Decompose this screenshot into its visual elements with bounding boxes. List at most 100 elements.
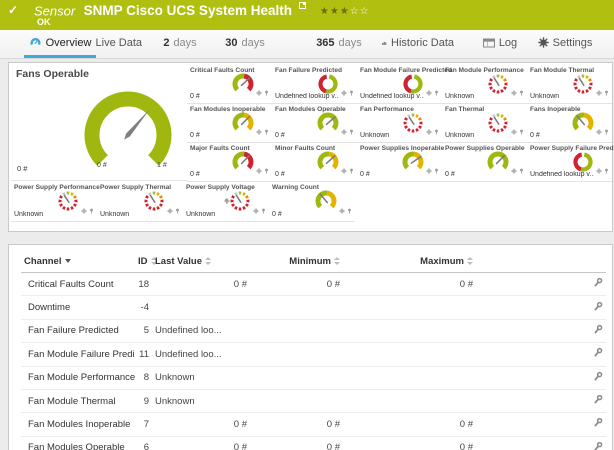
gauge-pin-icon[interactable] xyxy=(519,83,524,101)
gauge-settings-gear-icon[interactable] xyxy=(253,201,259,219)
star-empty-icon[interactable]: ☆ xyxy=(360,6,370,17)
column-header-maximum[interactable]: Maximum xyxy=(343,251,476,273)
gauge-settings-gear-icon[interactable] xyxy=(256,161,262,179)
sort-toggle-icon[interactable] xyxy=(467,257,473,265)
gauge-tile-fan-thermal[interactable]: Fan ThermalUnknown xyxy=(442,104,527,143)
channel-settings-icon[interactable] xyxy=(593,324,603,335)
tab-30-days[interactable]: 30days xyxy=(224,30,266,55)
gauge-settings-gear-icon[interactable] xyxy=(426,161,432,179)
channel-settings-icon[interactable] xyxy=(593,347,603,358)
table-row-fan-failure-predicted[interactable]: Fan Failure Predicted5Undefined loo... xyxy=(21,319,606,342)
gauge-settings-gear-icon[interactable] xyxy=(339,201,345,219)
table-row-critical-faults-count[interactable]: Critical Faults Count180 #0 #0 # xyxy=(21,273,606,296)
channel-actions-cell[interactable] xyxy=(476,296,606,319)
gauge-tile-main[interactable]: Fans Operable 0 # 1 # 0 # xyxy=(11,65,187,181)
gauge-tile-fan-failure-predicted[interactable]: Fan Failure PredictedUndefined lookup v.… xyxy=(272,65,357,104)
tab-live-data[interactable]: Live Data xyxy=(90,30,142,55)
gauge-pin-icon[interactable] xyxy=(264,122,269,140)
channel-settings-icon[interactable] xyxy=(593,417,603,428)
gauge-pin-icon[interactable] xyxy=(604,161,609,179)
tab-overview[interactable]: Overview xyxy=(24,30,96,58)
channel-settings-icon[interactable] xyxy=(593,277,603,288)
gauge-settings-gear-icon[interactable] xyxy=(511,161,517,179)
channel-settings-icon[interactable] xyxy=(593,441,603,450)
channel-name-cell[interactable]: Fan Modules Inoperable xyxy=(21,413,135,436)
channel-name-cell[interactable]: Fan Modules Operable xyxy=(21,436,135,450)
gauge-settings-gear-icon[interactable] xyxy=(596,161,602,179)
sort-toggle-icon[interactable] xyxy=(205,257,211,265)
gauge-tile-power-supply-voltage[interactable]: Power Supply VoltageUnknown xyxy=(183,182,269,222)
table-row-fan-modules-inoperable[interactable]: Fan Modules Inoperable70 #0 #0 # xyxy=(21,413,606,436)
gauge-settings-gear-icon[interactable] xyxy=(426,122,432,140)
tab-settings[interactable]: Settings xyxy=(536,30,594,55)
channel-actions-cell[interactable] xyxy=(476,413,606,436)
gauge-tile-fan-modules-operable[interactable]: Fan Modules Operable0 # xyxy=(272,104,357,143)
gauge-pin-icon[interactable] xyxy=(434,161,439,179)
channel-settings-icon[interactable] xyxy=(593,371,603,382)
channel-name-cell[interactable]: Critical Faults Count xyxy=(21,273,135,296)
gauge-settings-gear-icon[interactable] xyxy=(256,83,262,101)
gauge-tile-fans-inoperable[interactable]: Fans Inoperable0 # xyxy=(527,104,612,143)
gauge-pin-icon[interactable] xyxy=(604,83,609,101)
sort-desc-icon[interactable] xyxy=(65,259,71,263)
table-row-fan-module-thermal[interactable]: Fan Module Thermal9Unknown xyxy=(21,389,606,412)
table-row-fan-modules-operable[interactable]: Fan Modules Operable60 #0 #0 # xyxy=(21,436,606,450)
gauge-tile-major-faults-count[interactable]: Major Faults Count0 # xyxy=(187,143,272,182)
table-row-fan-module-failure-predicted[interactable]: Fan Module Failure Predicted11Undefined … xyxy=(21,343,606,366)
gauge-tile-fan-module-thermal[interactable]: Fan Module ThermalUnknown xyxy=(527,65,612,104)
channel-name-cell[interactable]: Fan Module Thermal xyxy=(21,389,135,412)
gauge-pin-icon[interactable] xyxy=(264,161,269,179)
gauge-settings-gear-icon[interactable] xyxy=(167,201,173,219)
gauge-pin-icon[interactable] xyxy=(349,83,354,101)
channel-actions-cell[interactable] xyxy=(476,319,606,342)
channel-settings-icon[interactable] xyxy=(593,301,603,312)
table-row-downtime[interactable]: Downtime-4 xyxy=(21,296,606,319)
channel-actions-cell[interactable] xyxy=(476,366,606,389)
channel-actions-cell[interactable] xyxy=(476,436,606,450)
gauge-pin-icon[interactable] xyxy=(264,83,269,101)
gauge-tile-fan-module-performance[interactable]: Fan Module PerformanceUnknown xyxy=(442,65,527,104)
channel-name-cell[interactable]: Fan Module Failure Predicted xyxy=(21,343,135,366)
gauge-settings-gear-icon[interactable] xyxy=(596,122,602,140)
gauge-settings-gear-icon[interactable] xyxy=(81,201,87,219)
column-header-last-value[interactable]: Last Value xyxy=(152,251,250,273)
sort-toggle-icon[interactable] xyxy=(334,257,340,265)
tab-log[interactable]: Log xyxy=(478,30,522,55)
gauge-tile-power-supplies-inoperable[interactable]: Power Supplies Inoperable0 # xyxy=(357,143,442,182)
gauge-tile-minor-faults-count[interactable]: Minor Faults Count0 # xyxy=(272,143,357,182)
star-filled-icon[interactable]: ★ xyxy=(320,6,330,17)
column-header-channel[interactable]: Channel xyxy=(21,251,135,273)
gauge-tile-power-supply-performance[interactable]: Power Supply PerformanceUnknown xyxy=(11,182,97,222)
channel-actions-cell[interactable] xyxy=(476,273,606,296)
gauge-tile-power-supply-thermal[interactable]: Power Supply ThermalUnknown xyxy=(97,182,183,222)
channel-name-cell[interactable]: Fan Module Performance xyxy=(21,366,135,389)
channel-actions-cell[interactable] xyxy=(476,389,606,412)
gauge-pin-icon[interactable] xyxy=(261,201,266,219)
priority-stars[interactable]: ★★★☆☆ xyxy=(320,6,370,17)
gauge-tile-power-supply-failure-predicted[interactable]: Power Supply Failure PredictedUndefined … xyxy=(527,143,612,182)
gauge-tile-warning-count[interactable]: Warning Count0 # xyxy=(269,182,355,222)
gauge-tile-fan-performance[interactable]: Fan PerformanceUnknown xyxy=(357,104,442,143)
gauge-settings-gear-icon[interactable] xyxy=(341,83,347,101)
tab-historic-data[interactable]: Historic Data xyxy=(382,30,454,55)
tab-2-days[interactable]: 2days xyxy=(161,30,199,55)
channel-settings-icon[interactable] xyxy=(593,394,603,405)
gauge-settings-gear-icon[interactable] xyxy=(511,83,517,101)
gauge-pin-icon[interactable] xyxy=(434,122,439,140)
gauge-pin-icon[interactable] xyxy=(434,83,439,101)
channel-name-cell[interactable]: Downtime xyxy=(21,296,135,319)
gauge-pin-icon[interactable] xyxy=(347,201,352,219)
tab-365-days[interactable]: 365days xyxy=(314,30,364,55)
gauge-pin-icon[interactable] xyxy=(519,122,524,140)
star-filled-icon[interactable]: ★ xyxy=(330,6,340,17)
gauge-pin-icon[interactable] xyxy=(519,161,524,179)
gauge-settings-gear-icon[interactable] xyxy=(511,122,517,140)
gauge-pin-icon[interactable] xyxy=(349,161,354,179)
table-row-fan-module-performance[interactable]: Fan Module Performance8Unknown xyxy=(21,366,606,389)
channel-actions-cell[interactable] xyxy=(476,343,606,366)
gauge-settings-gear-icon[interactable] xyxy=(426,83,432,101)
channel-name-cell[interactable]: Fan Failure Predicted xyxy=(21,319,135,342)
gauge-tile-fan-modules-inoperable[interactable]: Fan Modules Inoperable0 # xyxy=(187,104,272,143)
gauge-pin-icon[interactable] xyxy=(349,122,354,140)
column-header-minimum[interactable]: Minimum xyxy=(250,251,343,273)
